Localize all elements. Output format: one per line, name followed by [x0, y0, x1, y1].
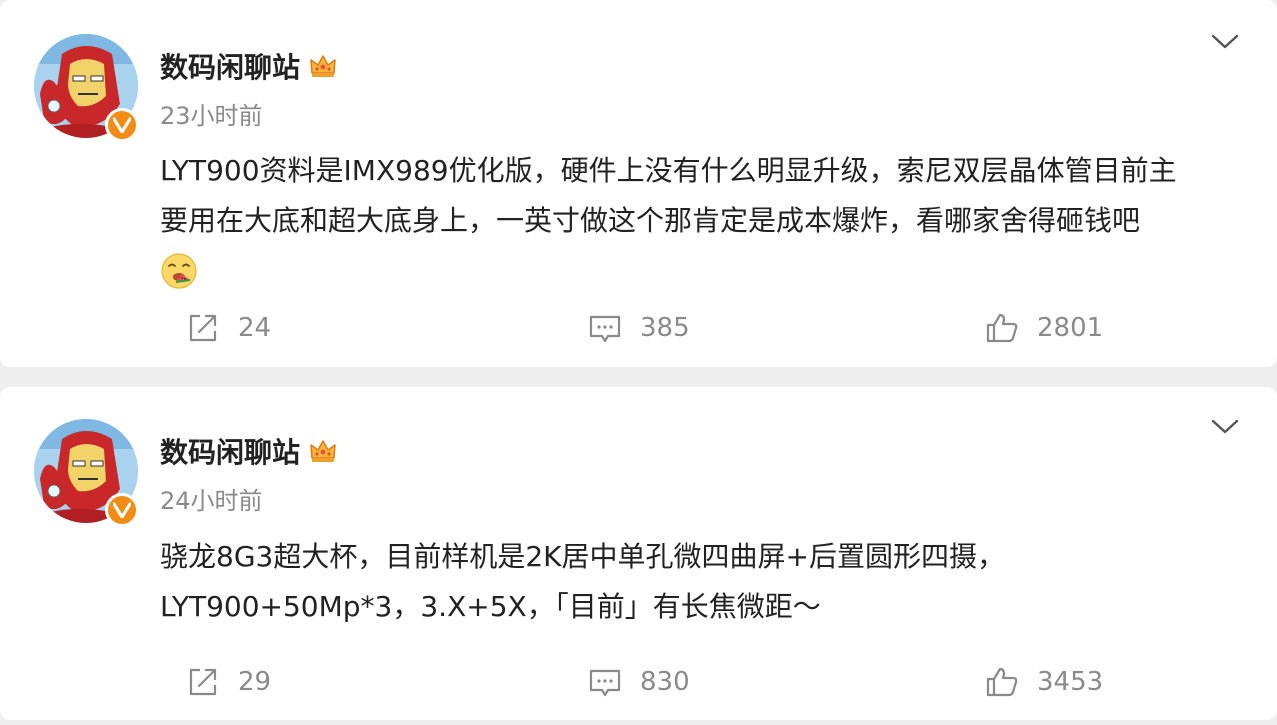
post-time: 23小时前: [160, 102, 263, 130]
post-text-line: LYT900+50Mp*3，3.X+5X，「目前」有长焦微距～: [160, 590, 821, 623]
like-button[interactable]: 2801: [985, 306, 1103, 350]
comment-icon: [589, 669, 621, 697]
like-icon: [986, 667, 1018, 697]
crown-icon: [308, 436, 338, 466]
comment-count: 385: [640, 313, 690, 343]
post-card: 数码闲聊站 24小时前 骁龙8G3超大杯，目前样机是2K居中单孔微四曲屏+后置圆…: [0, 387, 1277, 720]
action-bar: 29 830 3453: [0, 660, 1277, 704]
post-time: 24小时前: [160, 487, 263, 515]
action-bar: 24 385 2801: [0, 306, 1277, 350]
chevron-down-icon[interactable]: [1208, 28, 1242, 54]
like-icon: [986, 313, 1018, 343]
like-count: 2801: [1037, 313, 1104, 343]
verified-v-icon: [105, 108, 139, 142]
like-button[interactable]: 3453: [985, 660, 1103, 704]
post-text-line: LYT900资料是IMX989优化版，硬件上没有什么明显升级，索尼双层晶体管目前…: [160, 154, 1177, 187]
share-button[interactable]: 24: [186, 306, 271, 350]
share-count: 24: [238, 313, 272, 343]
author-name-text[interactable]: 数码闲聊站: [160, 431, 300, 471]
comment-icon: [589, 315, 621, 343]
author-name: 数码闲聊站: [160, 431, 338, 471]
post-text-line: 骁龙8G3超大杯，目前样机是2K居中单孔微四曲屏+后置圆形四摄，: [160, 540, 1005, 573]
chevron-down-icon[interactable]: [1208, 413, 1242, 439]
comment-button[interactable]: 385: [588, 306, 690, 350]
crown-icon: [308, 51, 338, 81]
share-button[interactable]: 29: [186, 660, 271, 704]
like-count: 3453: [1037, 667, 1104, 697]
eating-emoji-icon: [160, 252, 198, 290]
emoji-line: [160, 246, 1250, 296]
verified-v-icon: [105, 493, 139, 527]
author-name-text[interactable]: 数码闲聊站: [160, 46, 300, 86]
share-count: 29: [238, 667, 272, 697]
avatar[interactable]: [34, 419, 139, 527]
post-text: LYT900资料是IMX989优化版，硬件上没有什么明显升级，索尼双层晶体管目前…: [160, 146, 1250, 296]
feed: 数码闲聊站 23小时前 LYT900资料是IMX989优化版，硬件上没有什么明显…: [0, 0, 1277, 725]
author-name: 数码闲聊站: [160, 46, 338, 86]
share-icon: [189, 314, 217, 342]
post-text-line: 要用在大底和超大底身上，一英寸做这个那肯定是成本爆炸，看哪家舍得砸钱吧: [160, 204, 1141, 237]
post-card: 数码闲聊站 23小时前 LYT900资料是IMX989优化版，硬件上没有什么明显…: [0, 0, 1277, 367]
post-text: 骁龙8G3超大杯，目前样机是2K居中单孔微四曲屏+后置圆形四摄， LYT900+…: [160, 532, 1250, 632]
comment-button[interactable]: 830: [588, 660, 690, 704]
comment-count: 830: [640, 667, 690, 697]
share-icon: [189, 668, 217, 696]
avatar[interactable]: [34, 34, 139, 142]
